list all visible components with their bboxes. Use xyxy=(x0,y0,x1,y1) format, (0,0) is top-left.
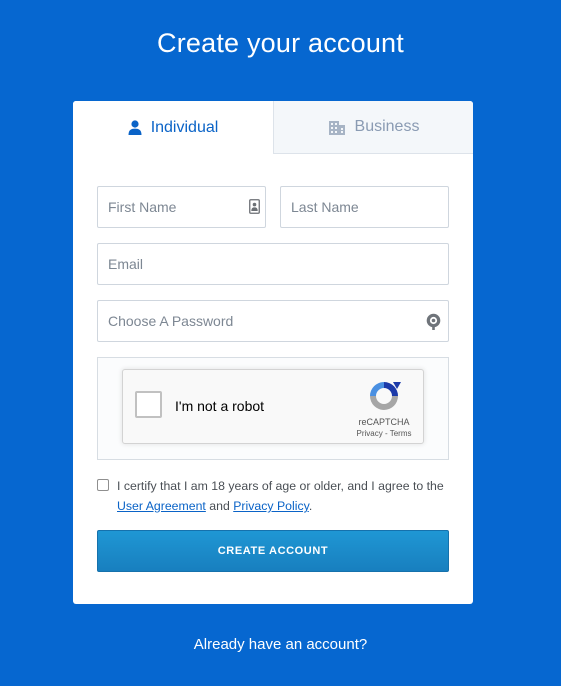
terms-and: and xyxy=(205,499,234,513)
recaptcha-logo-icon xyxy=(367,379,401,418)
tab-business-label: Business xyxy=(354,118,420,135)
captcha-container: I'm not a robot reCAPTCHA Privacy - Term… xyxy=(97,357,449,460)
password-manager-icon[interactable] xyxy=(425,312,441,330)
recaptcha-widget: I'm not a robot reCAPTCHA Privacy - Term… xyxy=(122,369,424,444)
person-icon xyxy=(128,120,142,135)
terms-text: I certify that I am 18 years of age or o… xyxy=(117,476,452,516)
recaptcha-privacy-link[interactable]: Privacy xyxy=(357,429,383,438)
tab-business[interactable]: Business xyxy=(273,101,473,154)
recaptcha-link-separator: - xyxy=(382,429,390,438)
account-type-tabs: Individual Business xyxy=(73,101,473,154)
terms-text-before: I certify that I am 18 years of age or o… xyxy=(117,479,444,493)
recaptcha-links: Privacy - Terms xyxy=(349,429,419,438)
page-title: Create your account xyxy=(157,28,404,58)
tab-individual[interactable]: Individual xyxy=(73,101,273,154)
signup-card: Individual Business First Name Last Name… xyxy=(73,101,473,604)
user-agreement-link[interactable]: User Agreement xyxy=(117,499,206,513)
recaptcha-brand: reCAPTCHA xyxy=(358,417,410,427)
recaptcha-checkbox[interactable] xyxy=(135,391,162,418)
terms-end: . xyxy=(308,499,313,513)
building-icon xyxy=(328,120,346,135)
tab-individual-label: Individual xyxy=(150,118,219,136)
password-input[interactable] xyxy=(97,300,449,342)
signin-link[interactable]: Already have an account? xyxy=(0,636,561,653)
recaptcha-terms-link[interactable]: Terms xyxy=(390,429,412,438)
last-name-input[interactable] xyxy=(280,186,449,228)
email-input[interactable] xyxy=(97,243,449,285)
create-account-button[interactable]: CREATE ACCOUNT xyxy=(97,530,449,572)
privacy-policy-link[interactable]: Privacy Policy xyxy=(233,499,309,513)
recaptcha-label: I'm not a robot xyxy=(175,398,265,414)
first-name-input[interactable] xyxy=(97,186,266,228)
contact-card-icon[interactable] xyxy=(248,198,260,214)
age-terms-checkbox[interactable] xyxy=(97,479,109,491)
